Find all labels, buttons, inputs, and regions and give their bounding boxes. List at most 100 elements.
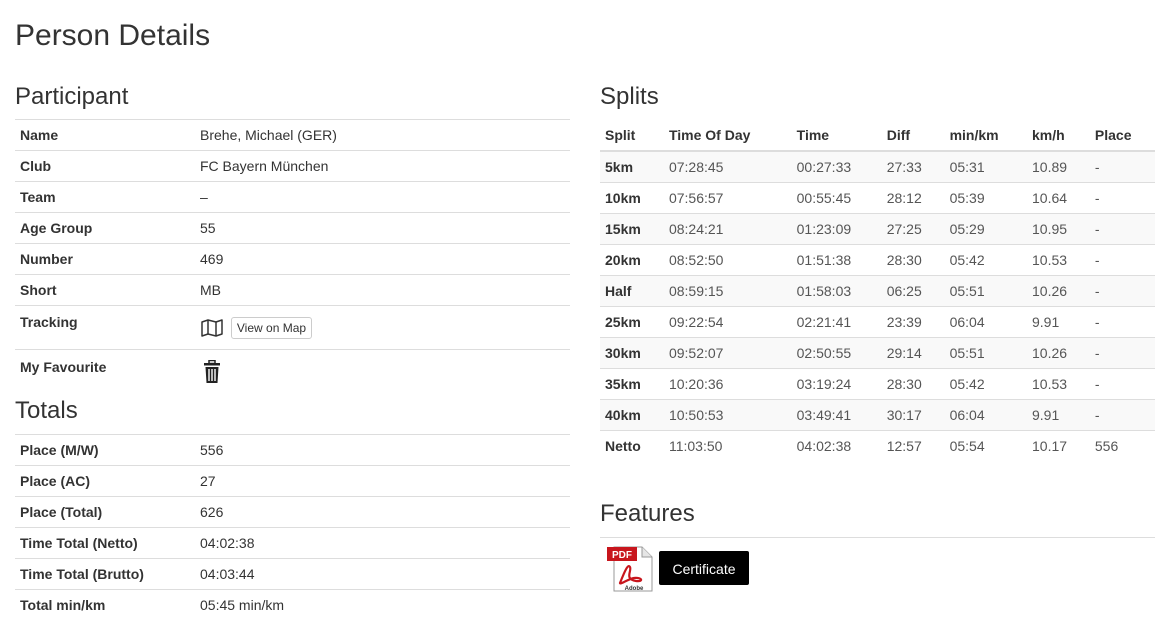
split-name-cell: Netto (600, 430, 664, 461)
table-cell: 11:03:50 (663, 430, 792, 461)
tracking-label: Tracking (15, 305, 195, 350)
pdf-icon[interactable]: PDF Adobe (606, 545, 654, 593)
column-header: Time (791, 119, 882, 152)
table-cell: 07:56:57 (663, 182, 792, 214)
table-cell: 28:30 (881, 244, 945, 276)
totals-table: Place (M/W) 556 Place (AC) 27 Place (Tot… (15, 434, 570, 620)
tracking-value: View on Map (195, 305, 570, 350)
participant-table: Name Brehe, Michael (GER) Club FC Bayern… (15, 119, 570, 394)
column-header: km/h (1027, 119, 1090, 152)
table-cell: 29:14 (881, 337, 945, 369)
table-cell: - (1089, 150, 1155, 183)
table-row: Number 469 (15, 243, 570, 275)
favourite-label: My Favourite (15, 349, 195, 394)
club-value: FC Bayern München (195, 150, 570, 182)
table-cell: 00:27:33 (791, 150, 882, 183)
favourite-value (195, 349, 570, 394)
features-heading: Features (600, 500, 695, 527)
table-cell: 08:24:21 (663, 213, 792, 245)
table-row: Club FC Bayern München (15, 150, 570, 182)
split-name-cell: 25km (600, 306, 664, 338)
table-cell: 09:22:54 (663, 306, 792, 338)
time-netto-label: Time Total (Netto) (15, 527, 195, 559)
time-brutto-label: Time Total (Brutto) (15, 558, 195, 590)
table-row: Place (M/W) 556 (15, 434, 570, 466)
table-cell: 10.64 (1027, 182, 1090, 214)
table-cell: 10.53 (1027, 244, 1090, 276)
column-header: Split (600, 119, 664, 152)
table-cell: 01:58:03 (791, 275, 882, 307)
table-cell: 28:30 (881, 368, 945, 400)
table-cell: 556 (1089, 430, 1155, 461)
table-cell: - (1089, 306, 1155, 338)
table-cell: 05:29 (944, 213, 1027, 245)
number-value: 469 (195, 243, 570, 275)
table-row: Time Total (Brutto) 04:03:44 (15, 558, 570, 590)
table-cell: 00:55:45 (791, 182, 882, 214)
table-cell: 27:33 (881, 150, 945, 183)
table-row: 35km 10:20:36 03:19:24 28:30 05:42 10.53- (600, 368, 1155, 400)
club-label: Club (15, 150, 195, 182)
table-cell: 05:42 (944, 368, 1027, 400)
table-cell: 27:25 (881, 213, 945, 245)
table-cell: 02:21:41 (791, 306, 882, 338)
table-cell: - (1089, 368, 1155, 400)
split-name-cell: 5km (600, 150, 664, 183)
splits-table: Split Time Of Day Time Diff min/km km/h Place … (600, 119, 1155, 461)
table-row: Place (Total) 626 (15, 496, 570, 528)
split-name-cell: 40km (600, 399, 664, 431)
table-cell: 10.17 (1027, 430, 1090, 461)
map-icon[interactable] (200, 318, 224, 338)
table-cell: 10:20:36 (663, 368, 792, 400)
place-ac-value: 27 (195, 465, 570, 497)
place-total-value: 626 (195, 496, 570, 528)
table-cell: - (1089, 337, 1155, 369)
table-row: Team – (15, 181, 570, 213)
table-row: Total min/km 05:45 min/km (15, 589, 570, 620)
table-cell: 07:28:45 (663, 150, 792, 183)
team-value: – (195, 181, 570, 213)
table-cell: 10.26 (1027, 275, 1090, 307)
name-value: Brehe, Michael (GER) (195, 119, 570, 151)
table-row: Time Total (Netto) 04:02:38 (15, 527, 570, 559)
splits-heading: Splits (600, 83, 659, 110)
view-on-map-button[interactable]: View on Map (230, 316, 313, 339)
table-cell: 10.95 (1027, 213, 1090, 245)
participant-heading: Participant (15, 83, 129, 110)
table-row: Netto 11:03:50 04:02:38 12:57 05:54 10.17 556 (600, 430, 1155, 461)
table-cell: 06:04 (944, 306, 1027, 338)
column-header: min/km (944, 119, 1027, 152)
split-name-cell: 10km (600, 182, 664, 214)
table-row: Age Group 55 (15, 212, 570, 244)
table-row: 15km 08:24:21 01:23:09 27:25 05:29 10.95- (600, 213, 1155, 245)
trash-icon[interactable] (202, 360, 222, 384)
table-cell: 10.53 (1027, 368, 1090, 400)
column-header: Diff (881, 119, 945, 152)
time-netto-value: 04:02:38 (195, 527, 570, 559)
table-header-row: Split Time Of Day Time Diff min/km km/h Place (600, 119, 1155, 152)
place-mw-label: Place (M/W) (15, 434, 195, 466)
pdf-icon-label: PDF (612, 550, 632, 561)
certificate-button[interactable]: Certificate (659, 551, 749, 585)
name-label: Name (15, 119, 195, 151)
table-cell: 08:59:15 (663, 275, 792, 307)
page-title: Person Details (15, 19, 211, 52)
table-cell: 03:19:24 (791, 368, 882, 400)
short-label: Short (15, 274, 195, 306)
divider (600, 537, 1155, 538)
table-row: Short MB (15, 274, 570, 306)
table-row: 5km 07:28:45 00:27:33 27:33 05:31 10.89- (600, 150, 1155, 183)
table-row: Name Brehe, Michael (GER) (15, 119, 570, 151)
place-mw-value: 556 (195, 434, 570, 466)
table-cell: 06:04 (944, 399, 1027, 431)
table-cell: 05:31 (944, 150, 1027, 183)
table-cell: - (1089, 275, 1155, 307)
table-cell: 05:39 (944, 182, 1027, 214)
table-cell: 04:02:38 (791, 430, 882, 461)
table-cell: 10:50:53 (663, 399, 792, 431)
split-name-cell: 35km (600, 368, 664, 400)
table-row: Place (AC) 27 (15, 465, 570, 497)
age-group-value: 55 (195, 212, 570, 244)
number-label: Number (15, 243, 195, 275)
table-cell: 28:12 (881, 182, 945, 214)
